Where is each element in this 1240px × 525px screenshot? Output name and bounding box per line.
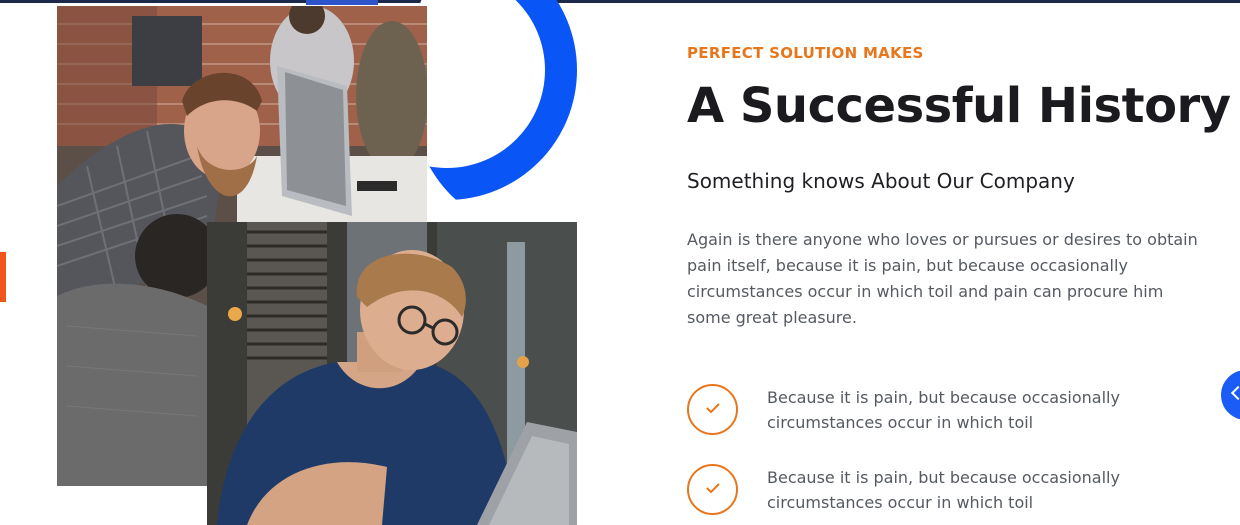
check-icon <box>706 403 720 414</box>
top-nav-indicator <box>306 0 378 5</box>
check-icon <box>706 483 720 494</box>
floating-action-button[interactable] <box>1221 370 1240 420</box>
section-title: A Successful History <box>687 78 1231 134</box>
checklist-text: Because it is pain, but because occasion… <box>767 468 1120 512</box>
section-paragraph: Again is there anyone who loves or pursu… <box>687 230 1198 327</box>
left-edge-accent <box>0 252 6 302</box>
section-eyebrow: PERFECT SOLUTION MAKES <box>687 44 924 62</box>
section-subtitle: Something knows About Our Company <box>687 169 1075 193</box>
decorative-ring <box>407 0 607 220</box>
about-section: PERFECT SOLUTION MAKES A Successful Hist… <box>0 0 1240 525</box>
checklist-text: Because it is pain, but because occasion… <box>767 388 1120 432</box>
check-circle <box>687 464 738 515</box>
man-with-laptop-photo <box>207 222 577 525</box>
checklist-item: Because it is pain, but because occasion… <box>687 464 1207 520</box>
checklist-item: Because it is pain, but because occasion… <box>687 384 1207 440</box>
top-border <box>0 0 1240 3</box>
chevron-left-icon <box>1230 385 1240 401</box>
check-circle <box>687 384 738 435</box>
